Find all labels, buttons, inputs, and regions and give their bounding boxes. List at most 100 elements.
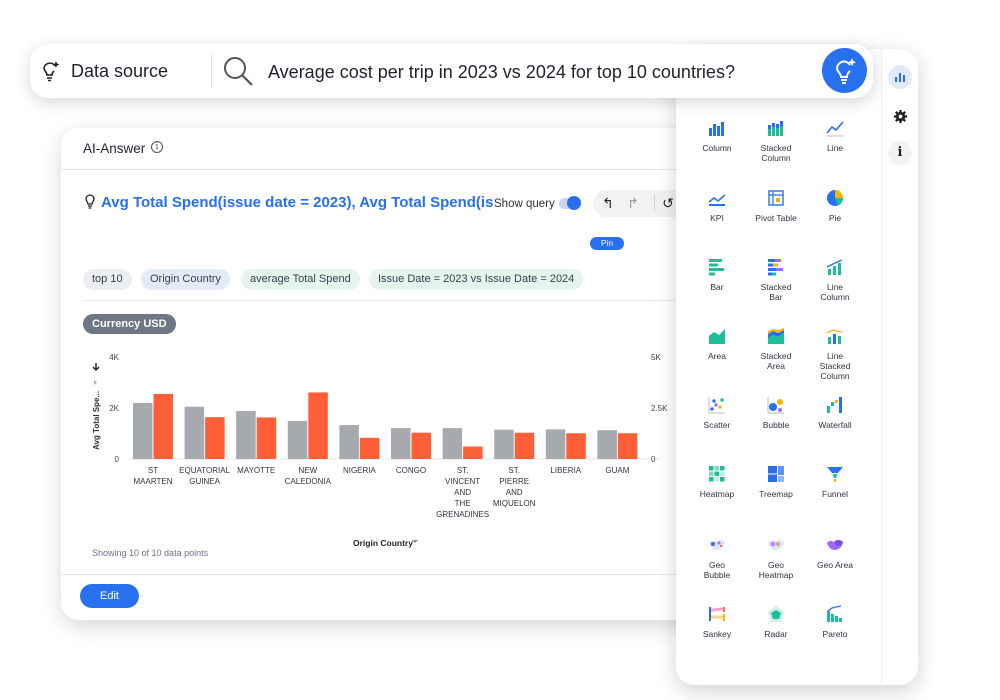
bar-0-series-1[interactable] <box>153 393 174 459</box>
x-tick-label: CALEDONIA <box>285 477 332 486</box>
bar-4-series-0[interactable] <box>339 425 359 459</box>
bar-2-series-1[interactable] <box>256 417 277 459</box>
expand-caret-icon[interactable] <box>94 380 97 385</box>
data-source-label[interactable]: Data source <box>71 61 168 82</box>
chart-type-pivot-table[interactable]: Pivot Table <box>747 189 805 223</box>
kpi-chart-icon <box>708 194 726 206</box>
bar-2-series-0[interactable] <box>236 411 256 459</box>
funnel-chart-icon <box>827 467 843 482</box>
x-axis-label[interactable]: Origin Country <box>353 538 413 548</box>
chart-type-label: Line Stacked Column <box>819 351 851 381</box>
y-axis-label: Avg Total Spe... <box>92 391 101 450</box>
chart-type-geo-bubble[interactable]: Geo Bubble <box>688 536 746 580</box>
chart-type-scatter[interactable]: Scatter <box>688 396 746 430</box>
chart-type-label: Heatmap <box>699 489 735 499</box>
geo-area-chart-icon <box>827 540 843 550</box>
bar-9-series-0[interactable] <box>597 430 617 459</box>
chart-type-tab-icon[interactable] <box>888 65 912 89</box>
chart-type-label: Stacked Area <box>760 351 792 371</box>
chart-type-line-column[interactable]: Line Column <box>806 258 864 302</box>
chart-type-line[interactable]: Line <box>806 119 864 153</box>
bar-5-series-0[interactable] <box>391 428 411 459</box>
bubble-chart-icon <box>767 397 784 414</box>
chart-type-funnel[interactable]: Funnel <box>806 465 864 499</box>
chart-type-label: Pie <box>828 213 842 223</box>
column-chart-icon <box>709 122 724 136</box>
x-tick-label: CONGO <box>396 466 426 475</box>
x-tick-label: MAYOTTE <box>237 466 275 475</box>
geo-bubble-chart-icon <box>709 540 725 550</box>
bar-7-series-1[interactable] <box>514 432 535 459</box>
bar-9-series-1[interactable] <box>617 433 638 459</box>
x-tick-label: MAARTEN <box>134 477 173 486</box>
x-tick-label: NEW <box>298 466 317 475</box>
chart-type-column[interactable]: Column <box>688 119 746 153</box>
treemap-chart-icon <box>768 466 784 482</box>
chart-type-label: Pivot Table <box>755 213 797 223</box>
chart-type-pareto[interactable]: Pareto <box>806 605 864 639</box>
bar-6-series-0[interactable] <box>442 428 463 459</box>
geo-heatmap-chart-icon <box>768 540 784 550</box>
chart-type-bar[interactable]: Bar <box>688 258 746 292</box>
bar-8-series-1[interactable] <box>566 433 586 459</box>
chart-type-stacked-area[interactable]: Stacked Area <box>747 327 805 371</box>
chart-type-label: Column <box>702 143 732 153</box>
stacked-bar-chart-icon <box>768 259 783 276</box>
chart-type-label: Radar <box>764 629 788 639</box>
stacked-area-chart-icon <box>768 328 784 344</box>
scatter-chart-icon <box>708 397 725 414</box>
x-tick-label: GUINEA <box>189 477 220 486</box>
bar-chart-icon <box>709 259 724 276</box>
chart-type-geo-area[interactable]: Geo Area <box>806 536 864 570</box>
sort-down-icon[interactable] <box>92 363 100 371</box>
chart-bars <box>133 392 638 459</box>
bar-1-series-0[interactable] <box>184 406 205 459</box>
chart-type-radar[interactable]: Radar <box>747 605 805 639</box>
info-rail-icon[interactable]: i <box>888 141 912 165</box>
chart-type-sankey[interactable]: Sankey <box>688 605 746 639</box>
bar-6-series-1[interactable] <box>463 446 483 459</box>
chart-type-bubble[interactable]: Bubble <box>747 396 805 430</box>
chart-type-label: Pareto <box>822 629 848 639</box>
ai-answer-button[interactable] <box>822 48 867 93</box>
search-input[interactable]: Average cost per trip in 2023 vs 2024 fo… <box>268 62 735 83</box>
x-tick-label: NIGERIA <box>343 466 377 475</box>
card-footer-divider <box>61 574 721 575</box>
chart-type-label: Stacked Bar <box>760 282 792 302</box>
chart-type-geo-heatmap[interactable]: Geo Heatmap <box>747 536 805 580</box>
chart-type-pie[interactable]: Pie <box>806 189 864 223</box>
chart-type-label: Line <box>826 143 844 153</box>
bar-7-series-0[interactable] <box>494 429 514 459</box>
y-tick-label: 4K <box>109 353 119 362</box>
x-tick-label: MIQUELON <box>493 499 536 508</box>
data-source-icon[interactable] <box>40 60 60 82</box>
chart-type-label: Bubble <box>762 420 790 430</box>
chart-type-stacked-column[interactable]: Stacked Column <box>747 119 805 163</box>
bar-3-series-0[interactable] <box>287 421 308 459</box>
bar-3-series-1[interactable] <box>308 392 328 459</box>
chart-type-line-stacked-column[interactable]: Line Stacked Column <box>806 327 864 381</box>
chart-type-label: Funnel <box>822 489 848 499</box>
showing-data-points: Showing 10 of 10 data points <box>92 548 209 558</box>
x-tick-label: GUAM <box>605 466 629 475</box>
gear-icon[interactable] <box>888 104 912 128</box>
bar-4-series-1[interactable] <box>359 437 380 459</box>
ai-bulb-icon <box>836 58 857 84</box>
chart-type-stacked-bar[interactable]: Stacked Bar <box>747 258 805 302</box>
chart-type-waterfall[interactable]: Waterfall <box>806 396 864 430</box>
waterfall-chart-icon <box>827 397 842 413</box>
chart-type-treemap[interactable]: Treemap <box>747 465 805 499</box>
bar-0-series-0[interactable] <box>133 402 153 459</box>
chart-type-label: Scatter <box>703 420 731 430</box>
bar-1-series-1[interactable] <box>205 417 225 459</box>
x-tick-label: AND <box>506 488 523 497</box>
chart-type-heatmap[interactable]: Heatmap <box>688 465 746 499</box>
chart-type-kpi[interactable]: KPI <box>688 189 746 223</box>
x-tick-label: ST. <box>457 466 469 475</box>
bar-8-series-0[interactable] <box>545 429 566 459</box>
pie-chart-icon <box>827 190 844 206</box>
bar-5-series-1[interactable] <box>411 432 432 459</box>
edit-button[interactable]: Edit <box>80 584 139 608</box>
chart-type-area[interactable]: Area <box>688 327 746 361</box>
y-tick-label: 0 <box>115 455 120 464</box>
